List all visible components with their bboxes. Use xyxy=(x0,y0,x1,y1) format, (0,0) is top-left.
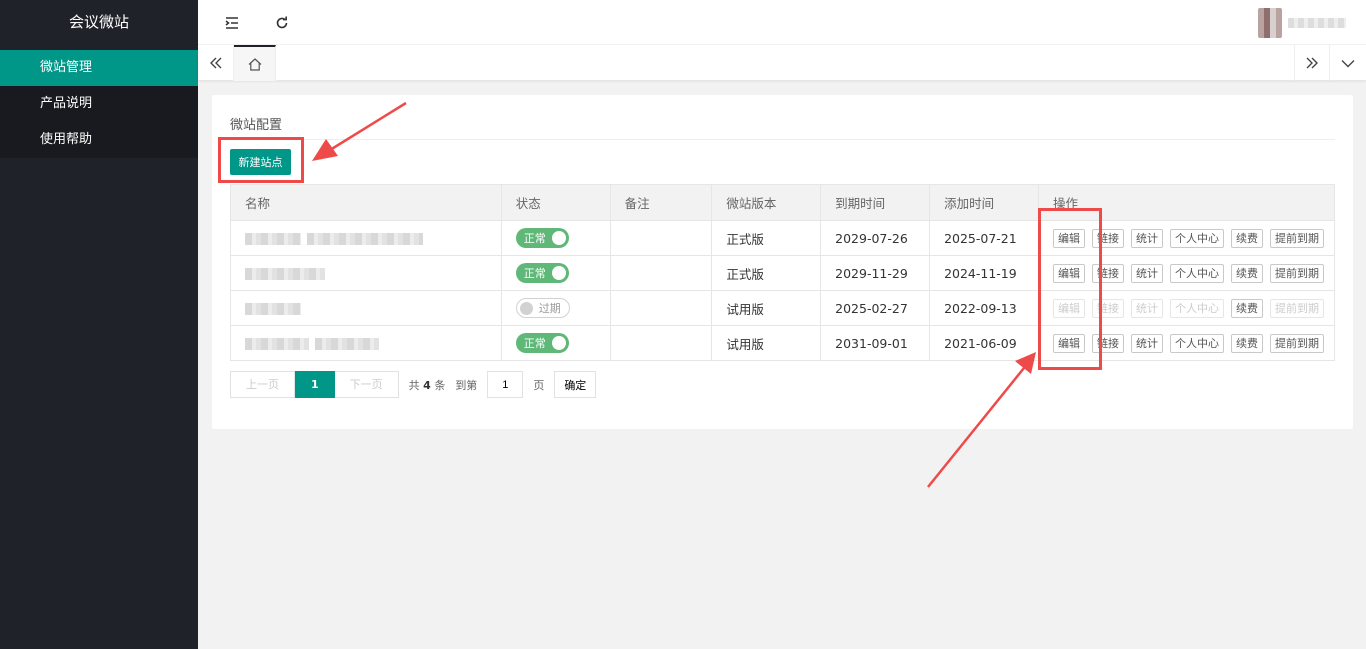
stats-button[interactable]: 统计 xyxy=(1130,263,1163,283)
goto-label: 到第 xyxy=(455,378,478,392)
refresh-icon[interactable] xyxy=(262,0,302,45)
table-row: 正常 正式版 2029-07-26 2025-07-21 编辑 链接 统计 个人… xyxy=(230,220,1336,256)
status-switch[interactable]: 正常 xyxy=(515,228,569,248)
remark-cell xyxy=(610,255,713,291)
double-right-icon[interactable] xyxy=(1294,45,1330,81)
highlight-edit-column xyxy=(1038,208,1102,370)
highlight-new-button xyxy=(218,137,304,183)
goto-page-input[interactable] xyxy=(487,371,524,398)
personal-center-button[interactable]: 个人中心 xyxy=(1169,333,1224,353)
card-title: 微站配置 xyxy=(230,118,283,133)
expire-early-button[interactable]: 提前到期 xyxy=(1269,333,1324,353)
status-switch[interactable]: 过期 xyxy=(515,298,570,318)
version-cell: 正式版 xyxy=(711,255,822,291)
personal-center-button[interactable]: 个人中心 xyxy=(1169,298,1224,318)
renew-button[interactable]: 续费 xyxy=(1230,298,1263,318)
pagination: 上一页 1 下一页 共 4 条 到第 页 确定 xyxy=(230,371,597,398)
added-cell: 2025-07-21 xyxy=(929,220,1039,256)
user-name xyxy=(1288,18,1346,28)
remark-cell xyxy=(610,290,713,326)
version-cell: 正式版 xyxy=(711,220,822,256)
expire-early-button[interactable]: 提前到期 xyxy=(1269,263,1324,283)
personal-center-button[interactable]: 个人中心 xyxy=(1169,263,1224,283)
page-1-button[interactable]: 1 xyxy=(295,371,335,398)
col-version: 微站版本 xyxy=(711,184,822,221)
renew-button[interactable]: 续费 xyxy=(1230,263,1263,283)
expire-cell: 2025-02-27 xyxy=(820,290,931,326)
table-row: 正常 正式版 2029-11-29 2024-11-19 编辑 链接 统计 个人… xyxy=(230,255,1336,291)
app-logo: 会议微站 xyxy=(0,0,198,44)
site-name xyxy=(230,325,502,361)
chevron-down-icon[interactable] xyxy=(1330,45,1366,81)
double-left-icon[interactable] xyxy=(198,45,234,81)
top-header xyxy=(198,0,1366,45)
renew-button[interactable]: 续费 xyxy=(1230,333,1263,353)
table-row: 正常 试用版 2031-09-01 2021-06-09 编辑 链接 统计 个人… xyxy=(230,325,1336,361)
site-name xyxy=(230,255,502,291)
expire-cell: 2029-07-26 xyxy=(820,220,931,256)
divider xyxy=(230,139,1335,140)
sidebar-item-help[interactable]: 使用帮助 xyxy=(0,122,198,158)
total-count: 共 4 条 xyxy=(408,378,446,392)
sidebar-item-site-management[interactable]: 微站管理 xyxy=(0,50,198,86)
col-added: 添加时间 xyxy=(929,184,1039,221)
stats-button[interactable]: 统计 xyxy=(1130,228,1163,248)
remark-cell xyxy=(610,325,713,361)
remark-cell xyxy=(610,220,713,256)
status-switch[interactable]: 正常 xyxy=(515,263,569,283)
expire-early-button[interactable]: 提前到期 xyxy=(1269,298,1324,318)
personal-center-button[interactable]: 个人中心 xyxy=(1169,228,1224,248)
stats-button[interactable]: 统计 xyxy=(1130,333,1163,353)
page-unit: 页 xyxy=(533,378,545,392)
col-remark: 备注 xyxy=(610,184,713,221)
renew-button[interactable]: 续费 xyxy=(1230,228,1263,248)
table-header-row: 名称 状态 备注 微站版本 到期时间 添加时间 操作 xyxy=(230,184,1336,221)
site-config-card: 微站配置 新建站点 名称 状态 备注 微站版本 到期时间 添加时间 操作 正常 … xyxy=(212,95,1353,429)
user-info[interactable] xyxy=(1258,8,1346,38)
expire-early-button[interactable]: 提前到期 xyxy=(1269,228,1324,248)
home-icon xyxy=(248,57,261,71)
col-expire: 到期时间 xyxy=(820,184,931,221)
prev-page-button[interactable]: 上一页 xyxy=(230,371,295,398)
sidebar-item-product-info[interactable]: 产品说明 xyxy=(0,86,198,122)
avatar xyxy=(1258,8,1282,38)
added-cell: 2022-09-13 xyxy=(929,290,1039,326)
sites-table: 名称 状态 备注 微站版本 到期时间 添加时间 操作 正常 正式版 2029-0… xyxy=(230,184,1336,361)
tab-bar xyxy=(198,45,1366,81)
expire-cell: 2031-09-01 xyxy=(820,325,931,361)
version-cell: 试用版 xyxy=(711,325,822,361)
status-switch[interactable]: 正常 xyxy=(515,333,569,353)
col-status: 状态 xyxy=(501,184,611,221)
added-cell: 2024-11-19 xyxy=(929,255,1039,291)
table-row: 过期 试用版 2025-02-27 2022-09-13 编辑 链接 统计 个人… xyxy=(230,290,1336,326)
site-name xyxy=(230,290,502,326)
menu-fold-icon[interactable] xyxy=(212,0,252,45)
goto-confirm-button[interactable]: 确定 xyxy=(554,371,597,398)
version-cell: 试用版 xyxy=(711,290,822,326)
added-cell: 2021-06-09 xyxy=(929,325,1039,361)
tab-home[interactable] xyxy=(234,45,276,81)
col-name: 名称 xyxy=(230,184,502,221)
site-name xyxy=(230,220,502,256)
sidebar-menu: 微站管理 产品说明 使用帮助 xyxy=(0,50,198,158)
stats-button[interactable]: 统计 xyxy=(1130,298,1163,318)
expire-cell: 2029-11-29 xyxy=(820,255,931,291)
sidebar: 会议微站 微站管理 产品说明 使用帮助 xyxy=(0,0,198,649)
next-page-button[interactable]: 下一页 xyxy=(334,371,399,398)
